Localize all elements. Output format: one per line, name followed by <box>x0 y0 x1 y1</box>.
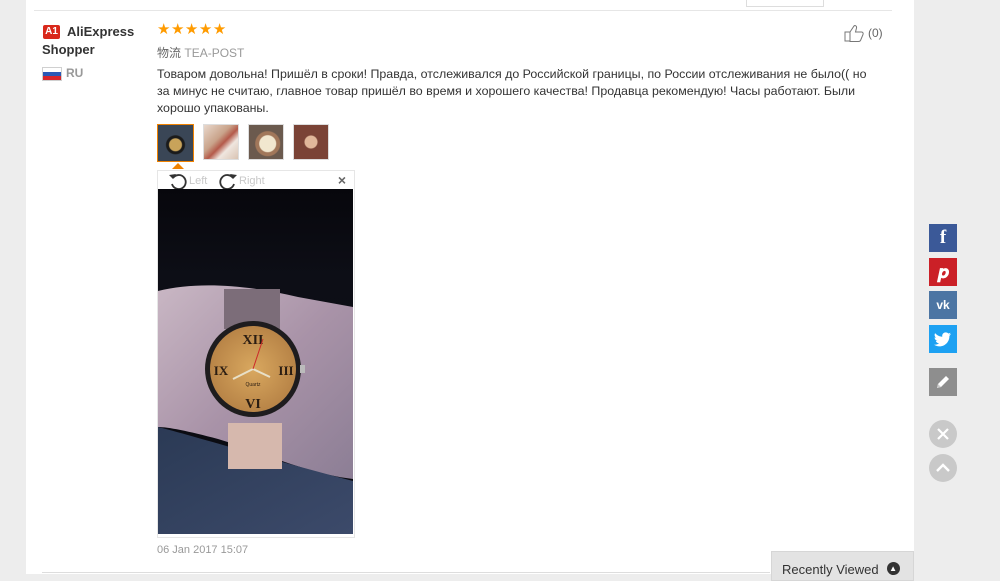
rotate-right-label: Right <box>239 175 265 187</box>
review-date: 06 Jan 2017 15:07 <box>157 544 249 556</box>
review-photo: XII VI IX III Quartz <box>158 189 353 534</box>
logistics-info: 物流 TEA-POST <box>157 44 244 61</box>
review-panel: AliExpress Shopper A1 RU ★★★★★ 物流 TEA-PO… <box>26 0 914 574</box>
top-divider <box>34 10 892 11</box>
reviewer-name[interactable]: AliExpress Shopper <box>42 23 162 59</box>
pinterest-icon: 𝒑 <box>937 261 949 282</box>
helpful-count: (0) <box>868 26 883 40</box>
star-icon: ★ <box>170 21 185 38</box>
twitter-share-button[interactable] <box>929 325 957 353</box>
rotate-right-button[interactable]: Right <box>218 172 265 190</box>
logistics-label: 物流 <box>157 46 182 60</box>
pencil-icon <box>937 376 949 388</box>
rotate-right-icon <box>219 174 237 190</box>
svg-text:III: III <box>278 363 293 378</box>
twitter-icon <box>934 331 951 346</box>
vk-share-button[interactable]: vk <box>929 291 957 319</box>
active-thumbnail-pointer <box>172 163 184 169</box>
thumbs-up-icon <box>844 25 864 42</box>
review-thumbnails <box>157 124 329 162</box>
svg-text:Quartz: Quartz <box>245 382 261 388</box>
logistics-value: TEA-POST <box>184 46 245 60</box>
viewer-toolbar: Left Right × <box>158 171 354 190</box>
pinterest-share-button[interactable]: 𝒑 <box>929 258 957 286</box>
rating-stars: ★★★★★ <box>157 22 227 38</box>
pagination-box <box>746 0 824 7</box>
review-thumbnail[interactable] <box>157 124 194 162</box>
feedback-button[interactable] <box>929 368 957 396</box>
review-thumbnail[interactable] <box>203 124 239 160</box>
star-icon: ★ <box>212 21 227 38</box>
facebook-icon: f <box>939 227 947 248</box>
rotate-left-button[interactable]: Left <box>168 172 207 190</box>
russia-flag-icon <box>42 67 62 81</box>
review-thumbnail[interactable] <box>293 124 329 160</box>
svg-text:VI: VI <box>245 397 261 412</box>
bottom-divider <box>42 572 770 573</box>
image-viewer: Left Right × XII VI IX III Quartz <box>157 170 355 538</box>
close-circle-icon <box>937 428 949 440</box>
buyer-level-badge: A1 <box>43 25 60 39</box>
close-viewer-button[interactable]: × <box>338 172 346 188</box>
reviewer-country: RU <box>66 66 84 80</box>
star-icon: ★ <box>184 21 199 38</box>
star-icon: ★ <box>198 21 213 38</box>
review-thumbnail[interactable] <box>248 124 284 160</box>
star-icon: ★ <box>157 21 171 38</box>
helpful-button[interactable]: (0) <box>844 24 883 42</box>
rotate-left-icon <box>169 174 187 190</box>
review-text: Товаром довольна! Пришёл в сроки! Правда… <box>157 67 867 115</box>
chevron-up-icon: ▲ <box>886 562 900 575</box>
rotate-left-label: Left <box>189 175 208 187</box>
svg-text:IX: IX <box>214 363 229 378</box>
recently-viewed-label: Recently Viewed <box>782 562 879 577</box>
chevron-up-icon <box>936 463 950 472</box>
vk-icon: vk <box>936 298 950 312</box>
recently-viewed-button[interactable]: Recently Viewed ▲ <box>771 551 914 581</box>
scroll-to-top-button[interactable] <box>929 454 957 482</box>
close-sidebar-button[interactable] <box>929 420 957 448</box>
facebook-share-button[interactable]: f <box>929 224 957 252</box>
